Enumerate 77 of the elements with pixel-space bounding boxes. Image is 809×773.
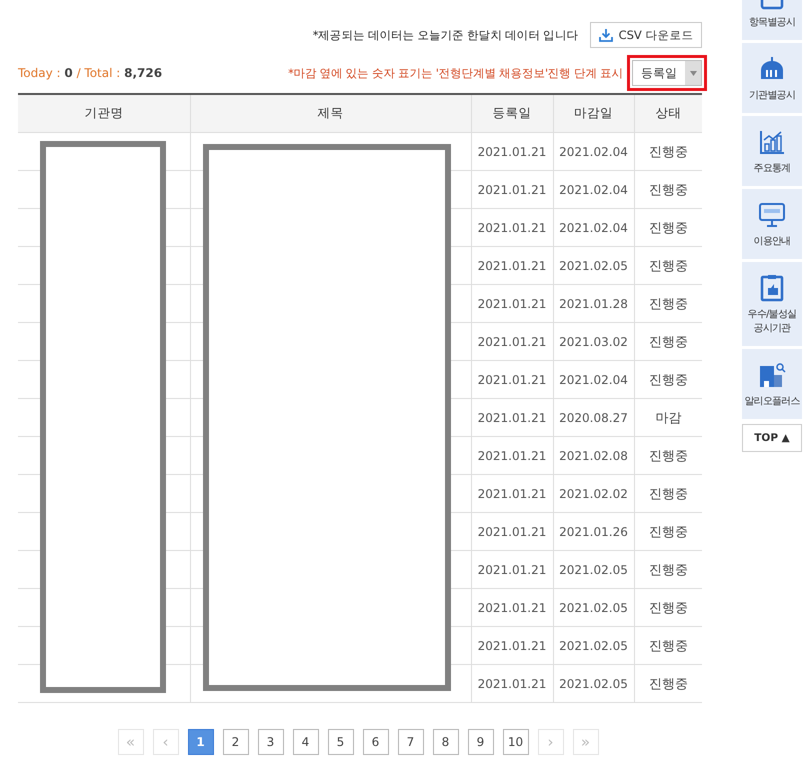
visit-stats: Today : 0 / Total : 8,726 [18, 66, 162, 80]
status-text: 진행중 [648, 486, 688, 502]
table-cell: 2021.01.21 [471, 284, 553, 322]
table-cell: 2021.02.05 [553, 550, 634, 588]
column-header: 등록일 [471, 94, 553, 132]
table-cell: 2021.02.04 [553, 208, 634, 246]
download-icon [598, 28, 613, 42]
clipboard-icon [758, 274, 786, 302]
sidebar-item[interactable]: 항목별공시 [742, 0, 802, 40]
table-cell: 2020.08.27 [553, 398, 634, 436]
csv-download-button[interactable]: CSV 다운로드 [590, 22, 702, 48]
monitor-icon [758, 201, 786, 229]
table-cell: 2021.02.05 [553, 626, 634, 664]
page-button[interactable]: 10 [502, 729, 528, 755]
table-cell: 2021.01.21 [471, 246, 553, 284]
table-cell: 2021.01.21 [471, 588, 553, 626]
status-text: 진행중 [648, 600, 688, 616]
status-text: 진행중 [648, 524, 688, 540]
office-building-icon [758, 361, 786, 389]
status-text: 진행중 [648, 372, 688, 388]
table-cell: 2021.01.21 [471, 170, 553, 208]
status-text: 진행중 [648, 676, 688, 692]
status-text: 진행중 [648, 144, 688, 160]
status-text: 진행중 [648, 334, 688, 350]
table-cell: 2021.01.21 [471, 436, 553, 474]
stage-notice: *마감 옆에 있는 숫자 표기는 '전형단계별 채용정보'진행 단계 표시 [288, 66, 623, 80]
table-cell: 2021.01.21 [471, 360, 553, 398]
top-button[interactable]: TOP ▲ [742, 424, 802, 452]
table-cell: 2021.01.21 [471, 664, 553, 702]
table-cell: 2021.02.05 [553, 246, 634, 284]
status-text: 마감 [655, 410, 682, 426]
table-cell: 2021.01.21 [471, 398, 553, 436]
status-text: 진행중 [648, 220, 688, 236]
caret-icon [690, 70, 696, 76]
table-cell: 2021.02.05 [553, 664, 634, 702]
column-header: 상태 [634, 94, 702, 132]
page-button[interactable]: 3 [258, 729, 284, 755]
status-text: 진행중 [648, 448, 688, 464]
sidebar-item[interactable]: 기관별공시 [742, 43, 802, 113]
table-cell: 2021.01.21 [471, 322, 553, 360]
page-button[interactable]: 8 [432, 729, 458, 755]
table-cell: 2021.01.21 [471, 512, 553, 550]
table-cell: 2021.01.28 [553, 284, 634, 322]
page-button[interactable]: 6 [362, 729, 388, 755]
sidebar-item[interactable]: 주요통계 [742, 116, 802, 186]
table-cell: 2021.01.21 [471, 132, 553, 170]
table-cell: 2021.01.21 [471, 626, 553, 664]
sidebar-item[interactable]: 알리오플러스 [742, 349, 802, 419]
sidebar-item[interactable]: 우수/불성실 공시기관 [742, 262, 802, 346]
table-cell: 2021.01.26 [553, 512, 634, 550]
sort-select[interactable]: 등록일 [632, 60, 702, 86]
status-text: 진행중 [648, 296, 688, 312]
status-text: 진행중 [648, 258, 688, 274]
status-text: 진행중 [648, 182, 688, 198]
table-cell: 2021.02.04 [553, 132, 634, 170]
bar-chart-icon [758, 128, 786, 156]
table-cell: 2021.02.04 [553, 360, 634, 398]
page-button[interactable]: 7 [398, 729, 424, 755]
table-cell: 2021.02.02 [553, 474, 634, 512]
column-header: 제목 [190, 94, 471, 132]
table-cell: 2021.02.08 [553, 436, 634, 474]
column-header: 기관명 [18, 94, 190, 132]
page-button[interactable]: 5 [328, 729, 354, 755]
page-button[interactable]: 4 [292, 729, 318, 755]
sidebar-item[interactable]: 이용안내 [742, 189, 802, 259]
table-cell: 2021.03.02 [553, 322, 634, 360]
table-cell: 2021.02.05 [553, 588, 634, 626]
page-button[interactable]: 9 [468, 729, 494, 755]
data-notice: *제공되는 데이터는 오늘기준 한달치 데이터 입니다 [312, 28, 578, 42]
status-text: 진행중 [648, 562, 688, 578]
column-header: 마감일 [553, 94, 634, 132]
page-button[interactable]: 2 [222, 729, 248, 755]
table-cell: 2021.01.21 [471, 474, 553, 512]
status-text: 진행중 [648, 638, 688, 654]
table-cell: 2021.02.04 [553, 170, 634, 208]
table-cell: 2021.01.21 [471, 208, 553, 246]
table-cell: 2021.01.21 [471, 550, 553, 588]
